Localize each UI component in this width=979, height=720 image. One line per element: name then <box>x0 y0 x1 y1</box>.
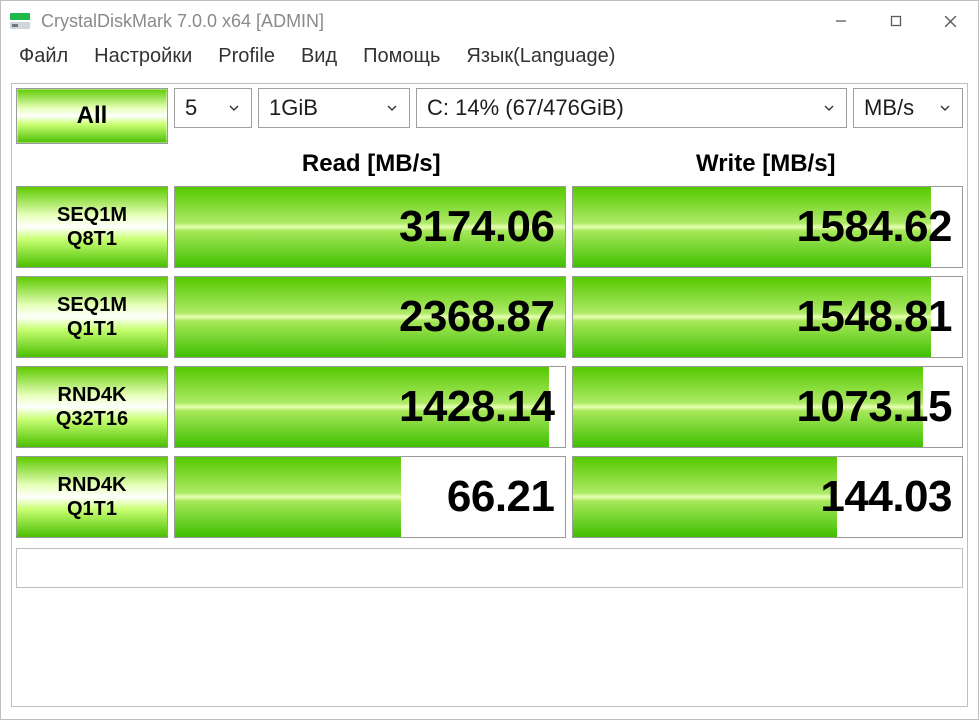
menu-settings[interactable]: Настройки <box>94 45 192 68</box>
test-label-line2: Q32T16 <box>56 407 128 431</box>
chevron-down-icon <box>385 101 399 115</box>
app-icon <box>9 10 31 32</box>
test-label-line2: Q1T1 <box>67 317 117 341</box>
write-value: 1073.15 <box>796 382 952 432</box>
write-result: 1584.62 <box>572 186 964 268</box>
read-value: 66.21 <box>447 472 555 522</box>
menubar: Файл Настройки Profile Вид Помощь Язык(L… <box>1 41 978 79</box>
test-size-value: 1GiB <box>269 95 318 121</box>
window-title: CrystalDiskMark 7.0.0 x64 [ADMIN] <box>41 11 813 32</box>
test-count-value: 5 <box>185 95 197 121</box>
all-button[interactable]: All <box>16 88 168 144</box>
read-result: 3174.06 <box>174 186 566 268</box>
unit-select[interactable]: MB/s <box>853 88 963 128</box>
test-label-line1: SEQ1M <box>57 203 127 227</box>
all-button-label: All <box>77 102 108 130</box>
seq1m-q8t1-button[interactable]: SEQ1M Q8T1 <box>16 186 168 268</box>
write-value: 1548.81 <box>796 292 952 342</box>
read-value: 1428.14 <box>399 382 555 432</box>
unit-value: MB/s <box>864 95 914 121</box>
status-row <box>16 548 963 588</box>
table-row: RND4K Q32T16 1428.14 1073.15 <box>16 366 963 448</box>
test-label-line2: Q8T1 <box>67 227 117 251</box>
write-header: Write [MB/s] <box>569 150 964 178</box>
read-bar <box>175 457 401 537</box>
maximize-button[interactable] <box>868 1 923 41</box>
rnd4k-q32t16-button[interactable]: RND4K Q32T16 <box>16 366 168 448</box>
test-label-line1: SEQ1M <box>57 293 127 317</box>
top-controls-row: All 5 1GiB C: 14% (67/476GiB) <box>12 84 967 144</box>
write-bar <box>573 457 838 537</box>
minimize-button[interactable] <box>813 1 868 41</box>
menu-language[interactable]: Язык(Language) <box>466 45 615 68</box>
menu-help[interactable]: Помощь <box>363 45 440 68</box>
menu-view[interactable]: Вид <box>301 45 337 68</box>
test-count-select[interactable]: 5 <box>174 88 252 128</box>
read-value: 3174.06 <box>399 202 555 252</box>
close-button[interactable] <box>923 1 978 41</box>
rnd4k-q1t1-button[interactable]: RND4K Q1T1 <box>16 456 168 538</box>
write-result: 144.03 <box>572 456 964 538</box>
read-header: Read [MB/s] <box>174 150 569 178</box>
menu-file[interactable]: Файл <box>19 45 68 68</box>
chevron-down-icon <box>822 101 836 115</box>
test-label-line1: RND4K <box>58 383 127 407</box>
write-result: 1073.15 <box>572 366 964 448</box>
read-result: 2368.87 <box>174 276 566 358</box>
seq1m-q1t1-button[interactable]: SEQ1M Q1T1 <box>16 276 168 358</box>
table-row: RND4K Q1T1 66.21 144.03 <box>16 456 963 538</box>
test-size-select[interactable]: 1GiB <box>258 88 410 128</box>
column-headers: Read [MB/s] Write [MB/s] <box>12 144 967 184</box>
read-value: 2368.87 <box>399 292 555 342</box>
app-window: CrystalDiskMark 7.0.0 x64 [ADMIN] Файл Н… <box>0 0 979 720</box>
menu-profile[interactable]: Profile <box>218 45 275 68</box>
test-label-line2: Q1T1 <box>67 497 117 521</box>
write-value: 1584.62 <box>796 202 952 252</box>
table-row: SEQ1M Q8T1 3174.06 1584.62 <box>16 186 963 268</box>
titlebar: CrystalDiskMark 7.0.0 x64 [ADMIN] <box>1 1 978 41</box>
result-rows: SEQ1M Q8T1 3174.06 1584.62 SEQ1M Q1T1 <box>12 184 967 542</box>
read-result: 1428.14 <box>174 366 566 448</box>
chevron-down-icon <box>227 101 241 115</box>
write-value: 144.03 <box>820 472 952 522</box>
chevron-down-icon <box>938 101 952 115</box>
drive-select[interactable]: C: 14% (67/476GiB) <box>416 88 847 128</box>
test-label-line1: RND4K <box>58 473 127 497</box>
write-result: 1548.81 <box>572 276 964 358</box>
read-result: 66.21 <box>174 456 566 538</box>
content-frame: All 5 1GiB C: 14% (67/476GiB) <box>11 83 968 707</box>
table-row: SEQ1M Q1T1 2368.87 1548.81 <box>16 276 963 358</box>
drive-value: C: 14% (67/476GiB) <box>427 95 624 121</box>
selectors: 5 1GiB C: 14% (67/476GiB) <box>174 88 963 144</box>
window-controls <box>813 1 978 41</box>
